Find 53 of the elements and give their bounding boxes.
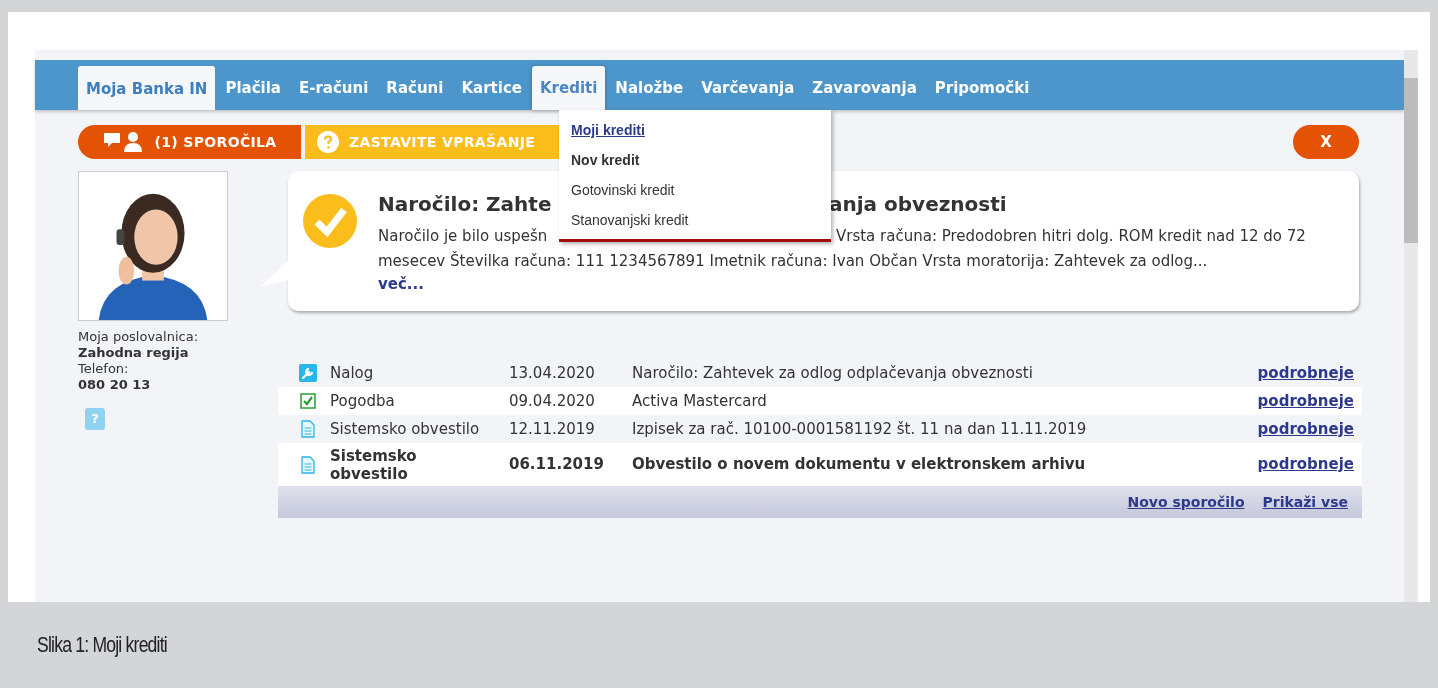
notice-text: Naročilo je bilo uspešn	[378, 227, 548, 245]
nav-tab[interactable]: Računi	[378, 66, 452, 110]
nav-tab[interactable]: E-računi	[290, 66, 377, 110]
message-subject: Activa Mastercard	[632, 390, 768, 412]
document-icon	[301, 455, 315, 474]
phone-number: 080 20 13	[78, 377, 152, 393]
message-type: Sistemsko obvestilo	[330, 420, 481, 438]
notice-text: Vrsta računa: Predodobren hitri dolg. ROM kredit nad 12 do 72	[836, 226, 1306, 247]
messages-button[interactable]: (1) SPOROČILA	[78, 125, 301, 159]
checkbox-icon	[300, 393, 316, 409]
message-date: 13.04.2020	[509, 362, 596, 384]
notice-text: mesecev Številka računa: 111 1234567891 Imetnik računa: Ivan Občan Vrsta moratorija: Zahtevek za odlog...	[378, 250, 1208, 272]
nav-tab[interactable]: Zavarovanja	[804, 66, 925, 110]
check-circle-icon	[302, 193, 358, 249]
message-subject: Naročilo: Zahtevek za odlog odplačevanja obveznosti	[632, 362, 1034, 384]
message-type: Sistemsko obvestilo	[330, 446, 418, 483]
nav-tab[interactable]: Naložbe	[607, 66, 692, 110]
details-link[interactable]: podrobneje	[1257, 417, 1354, 441]
nav-tab[interactable]: Plačila	[217, 66, 289, 110]
message-type: Pogodba	[330, 392, 396, 410]
document-icon	[301, 420, 315, 438]
branch-label: Moja poslovalnica:	[78, 329, 200, 345]
nav-tab[interactable]: Varčevanja	[693, 66, 803, 110]
scrollbar-thumb[interactable]	[1404, 78, 1418, 243]
nav-tab[interactable]: Pripomočki	[926, 66, 1038, 110]
dropdown-item[interactable]: Gotovinski kredit	[571, 180, 675, 201]
branch-name: Zahodna regija	[78, 345, 190, 361]
message-subject: Izpisek za rač. 10100-0001581192 št. 11 na dan 11.11.2019	[632, 418, 1088, 440]
message-subject: Obvestilo o novem dokumentu v elektronskem arhivu	[632, 454, 1087, 476]
message-type: Nalog	[330, 364, 375, 382]
nav-tab[interactable]: Moja Banka IN	[78, 66, 216, 110]
question-icon	[317, 131, 339, 153]
chat-person-icon	[102, 131, 145, 153]
nav-tab[interactable]: Krediti	[531, 66, 606, 110]
details-link[interactable]: podrobneje	[1257, 361, 1354, 385]
footer-link[interactable]: Prikaži vse	[1262, 491, 1348, 513]
nav-tab[interactable]: Kartice	[453, 66, 530, 110]
dropdown-item[interactable]: Moji krediti	[571, 120, 645, 141]
phone-label: Telefon:	[78, 361, 130, 377]
details-link[interactable]: podrobneje	[1257, 389, 1354, 413]
message-date: 09.04.2020	[509, 390, 596, 412]
dropdown-item[interactable]: Nov kredit	[571, 150, 640, 171]
notice-title: anja obveznosti	[829, 191, 1007, 218]
wrench-icon	[299, 364, 317, 382]
message-date: 12.11.2019	[509, 418, 596, 440]
notice-title: Naročilo: Zahte	[378, 192, 552, 216]
message-date: 06.11.2019	[509, 454, 605, 476]
close-button[interactable]: X	[1293, 125, 1359, 159]
more-link[interactable]: več...	[378, 274, 424, 294]
figure-caption: Slika 1: Moji krediti	[37, 631, 167, 659]
footer-link[interactable]: Novo sporočilo	[1127, 491, 1245, 513]
details-link[interactable]: podrobneje	[1257, 453, 1354, 476]
dropdown-item[interactable]: Stanovanjski kredit	[571, 210, 689, 231]
